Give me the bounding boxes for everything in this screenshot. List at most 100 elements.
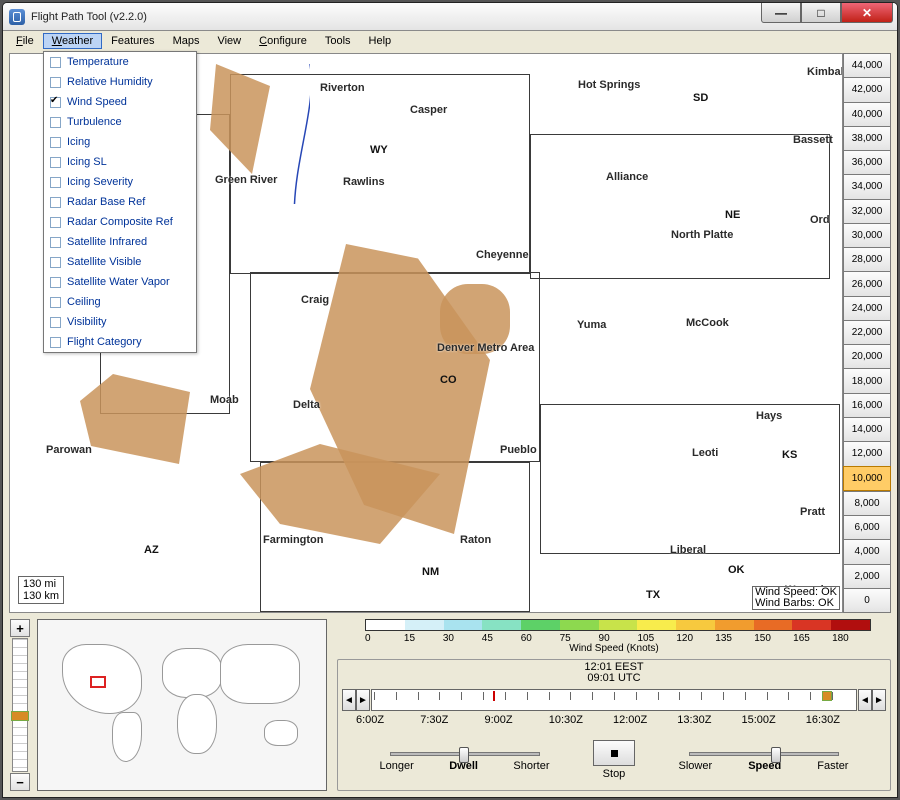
speed-slider[interactable]	[689, 752, 839, 756]
altitude-button[interactable]: 8,000	[843, 491, 891, 515]
checkbox-icon	[50, 117, 61, 128]
menu-weather[interactable]: Weather	[43, 33, 102, 49]
weather-option[interactable]: Icing Severity	[44, 172, 196, 192]
altitude-button[interactable]: 2,000	[843, 564, 891, 588]
title-bar[interactable]: Flight Path Tool (v2.2.0) — □ ✕	[3, 3, 897, 31]
scale-km: 130 km	[23, 590, 59, 602]
weather-option[interactable]: Flight Category	[44, 332, 196, 352]
weather-option[interactable]: Temperature	[44, 52, 196, 72]
altitude-button[interactable]: 34,000	[843, 174, 891, 198]
weather-option[interactable]: Wind Speed	[44, 92, 196, 112]
time-axis-tick: 10:30Z	[549, 714, 613, 726]
menu-view[interactable]: View	[208, 33, 250, 49]
menu-configure[interactable]: Configure	[250, 33, 316, 49]
altitude-button[interactable]: 12,000	[843, 441, 891, 465]
altitude-button[interactable]: 18,000	[843, 368, 891, 392]
world-outline	[42, 624, 322, 786]
weather-option[interactable]: Turbulence	[44, 112, 196, 132]
state-label: CO	[440, 374, 457, 386]
city-label: Raton	[460, 534, 491, 546]
altitude-selector: 44,00042,00040,00038,00036,00034,00032,0…	[843, 53, 891, 613]
altitude-button[interactable]: 24,000	[843, 296, 891, 320]
state-label: NE	[725, 209, 740, 221]
altitude-button[interactable]: 16,000	[843, 393, 891, 417]
menu-tools[interactable]: Tools	[316, 33, 360, 49]
altitude-button[interactable]: 32,000	[843, 199, 891, 223]
menu-maps[interactable]: Maps	[164, 33, 209, 49]
time-slider[interactable]	[371, 689, 857, 711]
menu-features[interactable]: Features	[102, 33, 163, 49]
altitude-button[interactable]: 40,000	[843, 102, 891, 126]
minimize-button[interactable]: —	[761, 3, 801, 23]
weather-option[interactable]: Icing	[44, 132, 196, 152]
altitude-button[interactable]: 30,000	[843, 223, 891, 247]
city-label: Farmington	[263, 534, 324, 546]
time-axis-tick: 9:00Z	[485, 714, 549, 726]
close-button[interactable]: ✕	[841, 3, 893, 23]
zoom-handle[interactable]	[11, 711, 29, 721]
dwell-label-left: Longer	[380, 760, 414, 772]
checkbox-icon	[50, 177, 61, 188]
altitude-button[interactable]: 36,000	[843, 150, 891, 174]
altitude-button[interactable]: 6,000	[843, 515, 891, 539]
zoom-slider[interactable]	[12, 638, 28, 772]
wind-speed-legend: 0153045607590105120135150165180 Wind Spe…	[337, 619, 891, 653]
time-step-fwd-button[interactable]: ►	[356, 689, 370, 711]
weather-option[interactable]: Visibility	[44, 312, 196, 332]
altitude-button[interactable]: 22,000	[843, 320, 891, 344]
city-label: Parowan	[46, 444, 92, 456]
dwell-knob[interactable]	[459, 747, 469, 763]
state-label: AZ	[144, 544, 159, 556]
zoom-in-button[interactable]: +	[10, 619, 30, 637]
state-label: NM	[422, 566, 439, 578]
time-page-back-button[interactable]: ◄	[858, 689, 872, 711]
altitude-button[interactable]: 0	[843, 588, 891, 613]
weather-option[interactable]: Relative Humidity	[44, 72, 196, 92]
weather-option[interactable]: Satellite Water Vapor	[44, 272, 196, 292]
time-now-marker	[493, 691, 495, 701]
checkbox-icon	[50, 317, 61, 328]
weather-option-label: Radar Composite Ref	[67, 216, 173, 228]
weather-option[interactable]: Icing SL	[44, 152, 196, 172]
menu-help[interactable]: Help	[360, 33, 401, 49]
weather-option[interactable]: Satellite Infrared	[44, 232, 196, 252]
weather-option[interactable]: Radar Composite Ref	[44, 212, 196, 232]
altitude-button[interactable]: 20,000	[843, 344, 891, 368]
city-label: Cheyenne	[476, 249, 529, 261]
time-page-fwd-button[interactable]: ►	[872, 689, 886, 711]
weather-option[interactable]: Ceiling	[44, 292, 196, 312]
dwell-slider[interactable]	[390, 752, 540, 756]
city-label: Moab	[210, 394, 239, 406]
weather-option-label: Icing	[67, 136, 90, 148]
menu-file[interactable]: File	[7, 33, 43, 49]
altitude-button[interactable]: 38,000	[843, 126, 891, 150]
checkbox-icon	[50, 137, 61, 148]
checkbox-icon	[50, 257, 61, 268]
altitude-button[interactable]: 42,000	[843, 77, 891, 101]
weather-option[interactable]: Radar Base Ref	[44, 192, 196, 212]
world-minimap[interactable]	[37, 619, 327, 791]
checkbox-icon	[50, 77, 61, 88]
time-handle[interactable]	[822, 691, 832, 701]
zoom-out-button[interactable]: −	[10, 773, 30, 791]
weather-option-label: Icing Severity	[67, 176, 133, 188]
minimap-viewport[interactable]	[90, 676, 106, 688]
altitude-button[interactable]: 44,000	[843, 53, 891, 77]
speed-knob[interactable]	[771, 747, 781, 763]
weather-option[interactable]: Satellite Visible	[44, 252, 196, 272]
city-label: Liberal	[670, 544, 706, 556]
city-label: Ord	[810, 214, 830, 226]
altitude-button[interactable]: 10,000	[843, 466, 891, 491]
altitude-button[interactable]: 28,000	[843, 247, 891, 271]
maximize-button[interactable]: □	[801, 3, 841, 23]
weather-option-label: Satellite Water Vapor	[67, 276, 170, 288]
time-axis-tick: 7:30Z	[420, 714, 484, 726]
stop-button[interactable]	[593, 740, 635, 766]
altitude-button[interactable]: 14,000	[843, 417, 891, 441]
stop-label: Stop	[603, 768, 626, 780]
city-label: Casper	[410, 104, 447, 116]
time-step-back-button[interactable]: ◄	[342, 689, 356, 711]
altitude-button[interactable]: 4,000	[843, 539, 891, 563]
city-label: Pueblo	[500, 444, 537, 456]
altitude-button[interactable]: 26,000	[843, 271, 891, 295]
